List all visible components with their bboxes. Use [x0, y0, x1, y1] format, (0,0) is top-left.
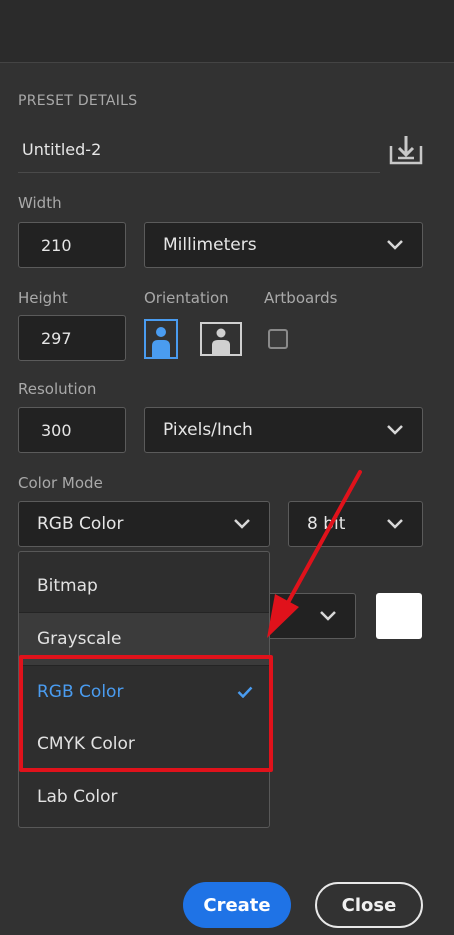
- annotation-highlight-box: [19, 655, 273, 772]
- top-bar: [0, 0, 454, 63]
- portrait-orientation-icon[interactable]: [144, 319, 178, 359]
- artboards-label: Artboards: [264, 289, 338, 307]
- bit-depth-select[interactable]: 8 bit: [288, 501, 423, 547]
- width-unit-select[interactable]: Millimeters: [144, 222, 423, 268]
- background-color-swatch[interactable]: [376, 593, 422, 639]
- width-unit-value: Millimeters: [163, 235, 257, 255]
- height-value: 297: [41, 328, 72, 348]
- color-mode-select[interactable]: RGB Color: [18, 501, 270, 547]
- chevron-down-icon: [387, 425, 403, 435]
- close-button[interactable]: Close: [315, 882, 423, 928]
- width-label: Width: [18, 194, 62, 212]
- resolution-unit-select[interactable]: Pixels/Inch: [144, 407, 423, 453]
- section-title: PRESET DETAILS: [18, 93, 138, 109]
- chevron-down-icon: [320, 611, 336, 621]
- chevron-down-icon: [387, 519, 403, 529]
- landscape-orientation-icon[interactable]: [200, 322, 242, 356]
- dropdown-item-lab-color[interactable]: Lab Color: [19, 771, 269, 823]
- bit-depth-value: 8 bit: [307, 514, 346, 534]
- color-mode-label: Color Mode: [18, 474, 103, 492]
- resolution-input[interactable]: 300: [18, 407, 126, 453]
- resolution-unit-value: Pixels/Inch: [163, 420, 253, 440]
- artboards-checkbox[interactable]: [268, 329, 288, 349]
- height-label: Height: [18, 289, 68, 307]
- resolution-value: 300: [41, 420, 72, 440]
- save-preset-icon[interactable]: [388, 134, 424, 166]
- height-input[interactable]: 297: [18, 315, 126, 361]
- width-value: 210: [41, 235, 72, 255]
- preset-name-underline: [18, 172, 380, 173]
- width-input[interactable]: 210: [18, 222, 126, 268]
- chevron-down-icon: [387, 240, 403, 250]
- create-button[interactable]: Create: [183, 882, 291, 928]
- orientation-label: Orientation: [144, 289, 229, 307]
- dropdown-item-bitmap[interactable]: Bitmap: [19, 560, 269, 612]
- color-mode-value: RGB Color: [37, 514, 124, 534]
- preset-name-field[interactable]: Untitled-2: [22, 140, 101, 159]
- resolution-label: Resolution: [18, 380, 97, 398]
- chevron-down-icon: [234, 519, 250, 529]
